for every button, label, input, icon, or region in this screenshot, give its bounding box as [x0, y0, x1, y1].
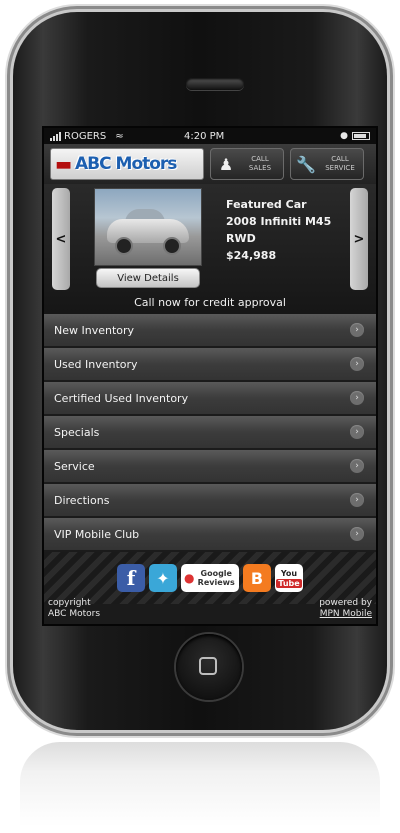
carrier-info: ROGERS ≈ — [50, 131, 124, 142]
car-logo-icon: ▬ — [55, 153, 73, 175]
app-header: ▬ ABC Motors ♟ CALL SALES 🔧 CALL SERVICE — [44, 144, 376, 184]
powered-by-block: powered by MPN Mobile — [319, 598, 372, 620]
twitter-icon[interactable]: ✦ — [149, 564, 177, 592]
menu-item-label: New Inventory — [54, 323, 135, 337]
map-pin-icon: ● — [184, 570, 195, 585]
phone-body: ROGERS ≈ 4:20 PM ● ▬ ABC Motors ♟ CALL S… — [13, 12, 387, 730]
chevron-right-icon: › — [350, 527, 364, 541]
featured-car-photo[interactable] — [94, 188, 202, 266]
featured-model: 2008 Infiniti M45 — [226, 215, 332, 228]
chevron-right-icon: › — [350, 357, 364, 371]
google-reviews-label: Google Reviews — [197, 569, 235, 587]
facebook-icon[interactable]: f — [117, 564, 145, 592]
status-bar: ROGERS ≈ 4:20 PM ● — [44, 128, 376, 144]
chevron-right-icon: › — [350, 425, 364, 439]
menu-item-label: Used Inventory — [54, 357, 138, 371]
view-details-button[interactable]: View Details — [96, 268, 200, 288]
chevron-right-icon: › — [350, 323, 364, 337]
home-button[interactable] — [176, 634, 242, 700]
menu-item-new-inventory[interactable]: New Inventory › — [44, 314, 376, 346]
wifi-icon: ≈ — [115, 130, 124, 142]
menu-item-label: Directions — [54, 493, 110, 507]
featured-drive: RWD — [226, 232, 256, 245]
wrench-icon: 🔧 — [296, 154, 316, 174]
next-arrow-button[interactable]: > — [350, 188, 368, 290]
menu-item-label: Service — [54, 459, 95, 473]
featured-car-panel: < View Details Featured Car 2008 Infinit… — [44, 184, 376, 314]
menu-item-label: VIP Mobile Club — [54, 527, 140, 541]
menu-item-vip-mobile-club[interactable]: VIP Mobile Club › — [44, 518, 376, 550]
menu-item-label: Certified Used Inventory — [54, 391, 189, 405]
chevron-right-icon: › — [350, 493, 364, 507]
status-time: 4:20 PM — [184, 130, 225, 142]
google-reviews-icon[interactable]: ● Google Reviews — [181, 564, 239, 592]
chevron-right-icon: › — [350, 391, 364, 405]
menu-item-specials[interactable]: Specials › — [44, 416, 376, 448]
carrier-name: ROGERS — [64, 130, 107, 142]
menu-item-label: Specials — [54, 425, 100, 439]
powered-by-link[interactable]: MPN Mobile — [319, 609, 372, 620]
car-wheel-rear — [163, 237, 181, 255]
app-screen: ROGERS ≈ 4:20 PM ● ▬ ABC Motors ♟ CALL S… — [44, 128, 376, 624]
credit-note: Call now for credit approval — [134, 296, 286, 309]
menu-item-used-inventory[interactable]: Used Inventory › — [44, 348, 376, 380]
main-menu: New Inventory › Used Inventory › Certified… — [44, 314, 376, 550]
home-square-icon — [199, 657, 217, 675]
signal-icon — [50, 131, 61, 141]
menu-item-certified-used-inventory[interactable]: Certified Used Inventory › — [44, 382, 376, 414]
battery-icon — [352, 132, 370, 140]
phone-speaker — [186, 78, 244, 90]
menu-item-directions[interactable]: Directions › — [44, 484, 376, 516]
dealer-logo[interactable]: ▬ ABC Motors — [50, 148, 204, 180]
call-sales-button[interactable]: ♟ CALL SALES — [210, 148, 284, 180]
copyright-owner: ABC Motors — [48, 609, 101, 619]
car-wheel-front — [115, 237, 133, 255]
person-icon: ♟ — [218, 154, 234, 174]
app-footer: copyright ABC Motors powered by MPN Mobi… — [44, 596, 376, 624]
phone-reflection — [20, 742, 380, 827]
copyright-block: copyright ABC Motors — [48, 598, 100, 620]
youtube-icon[interactable]: You Tube — [275, 564, 303, 592]
call-service-label: CALL SERVICE — [325, 155, 355, 172]
call-service-button[interactable]: 🔧 CALL SERVICE — [290, 148, 364, 180]
powered-by-label: powered by — [319, 598, 372, 608]
youtube-tube-label: Tube — [276, 578, 302, 588]
featured-heading: Featured Car — [226, 198, 307, 211]
menu-item-service[interactable]: Service › — [44, 450, 376, 482]
youtube-you-label: You — [280, 568, 298, 578]
chevron-right-icon: › — [350, 459, 364, 473]
blogger-icon[interactable]: B — [243, 564, 271, 592]
status-right: ● — [340, 131, 370, 141]
featured-price: $24,988 — [226, 249, 277, 262]
logo-text: ABC Motors — [75, 154, 177, 174]
featured-car-info: Featured Car 2008 Infiniti M45 RWD $24,9… — [226, 196, 331, 264]
call-sales-label: CALL SALES — [248, 155, 272, 172]
prev-arrow-button[interactable]: < — [52, 188, 70, 290]
copyright-label: copyright — [48, 598, 91, 608]
lock-icon: ● — [340, 131, 348, 141]
